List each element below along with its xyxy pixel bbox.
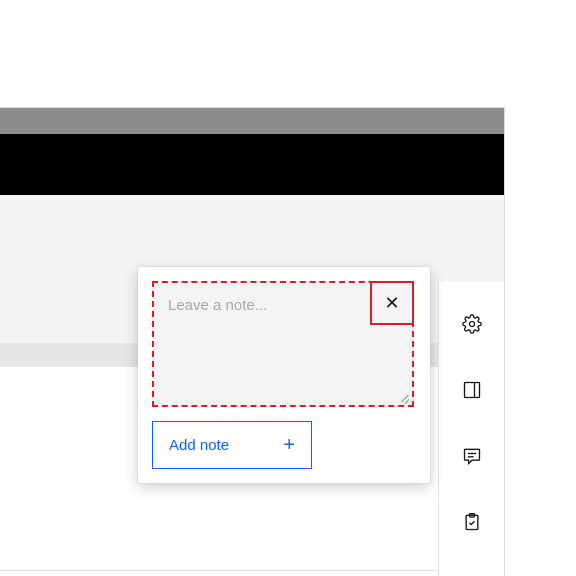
- tasks-icon[interactable]: [460, 510, 484, 534]
- chat-icon[interactable]: [460, 444, 484, 468]
- note-textarea-container: ✕: [152, 281, 414, 407]
- settings-icon[interactable]: [460, 312, 484, 336]
- panel-icon[interactable]: [460, 378, 484, 402]
- resize-handle-icon[interactable]: [399, 392, 409, 402]
- add-note-label: Add note: [169, 437, 229, 454]
- close-icon[interactable]: ✕: [370, 281, 414, 325]
- note-popover: ✕ Add note +: [138, 267, 430, 483]
- right-rail: [438, 282, 504, 576]
- add-note-button[interactable]: Add note +: [152, 421, 312, 469]
- window-titlebar: [0, 108, 504, 134]
- app-header: [0, 134, 504, 195]
- row-divider: [0, 570, 439, 571]
- plus-icon: +: [283, 435, 295, 455]
